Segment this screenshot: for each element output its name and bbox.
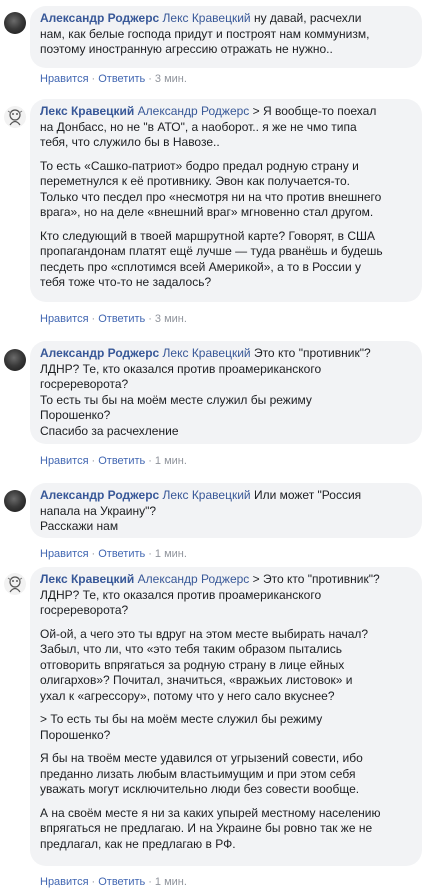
comment-mention[interactable]: Лекс Кравецкий xyxy=(163,488,251,502)
comment-time[interactable]: 1 мин. xyxy=(155,876,187,888)
comment-bubble: Лекс Кравецкий Александр Роджерс > Это к… xyxy=(30,567,422,866)
reply-link[interactable]: Ответить xyxy=(98,455,145,467)
like-link[interactable]: Нравится xyxy=(40,548,89,560)
avatar[interactable] xyxy=(4,349,26,371)
reply-link[interactable]: Ответить xyxy=(98,876,145,888)
comment-mention[interactable]: Лекс Кравецкий xyxy=(163,11,251,25)
comment-bubble: Александр Роджерс Лекс Кравецкий Или мож… xyxy=(30,483,422,538)
avatar[interactable] xyxy=(4,12,26,34)
comment-text: Лекс Кравецкий Александр Роджерс > Это к… xyxy=(40,572,412,619)
comment-time[interactable]: 3 мин. xyxy=(155,313,187,325)
comment-bubble: Александр Роджерс Лекс Кравецкий ну дава… xyxy=(30,6,422,68)
reply-link[interactable]: Ответить xyxy=(98,73,145,85)
comment-paragraph: Я бы на твоём месте удавился от угрызени… xyxy=(40,751,363,796)
avatar[interactable] xyxy=(4,490,26,512)
comment-mention[interactable]: Александр Роджерс xyxy=(138,572,250,586)
comment-text: Александр Роджерс Лекс Кравецкий Или мож… xyxy=(40,488,412,535)
separator: · xyxy=(91,876,96,888)
comment-mention[interactable]: Лекс Кравецкий xyxy=(163,346,251,360)
comment-actions: Нравится · Ответить · 3 мин. xyxy=(40,73,187,85)
avatar[interactable] xyxy=(4,573,26,595)
like-link[interactable]: Нравится xyxy=(40,455,89,467)
separator: · xyxy=(91,548,96,560)
comment-paragraph: А на своём месте я ни за каких упырей ме… xyxy=(40,805,381,851)
comment-text: Лекс Кравецкий Александр Роджерс > Я воо… xyxy=(40,104,412,151)
like-link[interactable]: Нравится xyxy=(40,876,89,888)
separator: · xyxy=(148,548,152,560)
comment-paragraph: Кто следующий в твоей маршрутной карте? … xyxy=(40,228,383,290)
comment-time[interactable]: 1 мин. xyxy=(155,548,187,560)
comment-author[interactable]: Александр Роджерс xyxy=(40,488,159,502)
comment-text: Александр Роджерс Лекс Кравецкий ну дава… xyxy=(40,11,412,58)
cartoon-avatar-icon xyxy=(7,109,23,126)
comment-mention[interactable]: Александр Роджерс xyxy=(138,104,250,118)
avatar[interactable] xyxy=(4,106,26,128)
comment-text: Александр Роджерс Лекс Кравецкий Это кто… xyxy=(40,346,412,439)
comment-paragraph: Ой-ой, а чего это ты вдруг на этом месте… xyxy=(40,626,369,703)
comment-paragraph: > То есть ты бы на моём месте служил бы … xyxy=(40,712,323,742)
comment-bubble: Лекс Кравецкий Александр Роджерс > Я воо… xyxy=(30,99,422,302)
separator: · xyxy=(148,455,152,467)
comment-author[interactable]: Александр Роджерс xyxy=(40,11,159,25)
comment-author[interactable]: Александр Роджерс xyxy=(40,346,159,360)
comment-author[interactable]: Лекс Кравецкий xyxy=(40,572,134,586)
reply-link[interactable]: Ответить xyxy=(98,313,145,325)
comment-paragraph: То есть «Сашко-патриот» бодро предал род… xyxy=(40,158,382,220)
comment-bubble: Александр Роджерс Лекс Кравецкий Это кто… xyxy=(30,341,422,444)
like-link[interactable]: Нравится xyxy=(40,73,89,85)
comment-actions: Нравится · Ответить · 3 мин. xyxy=(40,313,187,325)
comment-time[interactable]: 1 мин. xyxy=(155,455,187,467)
separator: · xyxy=(91,455,96,467)
cartoon-avatar-icon xyxy=(7,576,23,593)
comment-actions: Нравится · Ответить · 1 мин. xyxy=(40,876,187,888)
separator: · xyxy=(148,876,152,888)
reply-link[interactable]: Ответить xyxy=(98,548,145,560)
separator: · xyxy=(148,313,152,325)
comment-actions: Нравится · Ответить · 1 мин. xyxy=(40,548,187,560)
separator: · xyxy=(91,313,96,325)
comment-time[interactable]: 3 мин. xyxy=(155,73,187,85)
separator: · xyxy=(91,73,96,85)
comment-author[interactable]: Лекс Кравецкий xyxy=(40,104,134,118)
like-link[interactable]: Нравится xyxy=(40,313,89,325)
comment-actions: Нравится · Ответить · 1 мин. xyxy=(40,455,187,467)
separator: · xyxy=(148,73,152,85)
